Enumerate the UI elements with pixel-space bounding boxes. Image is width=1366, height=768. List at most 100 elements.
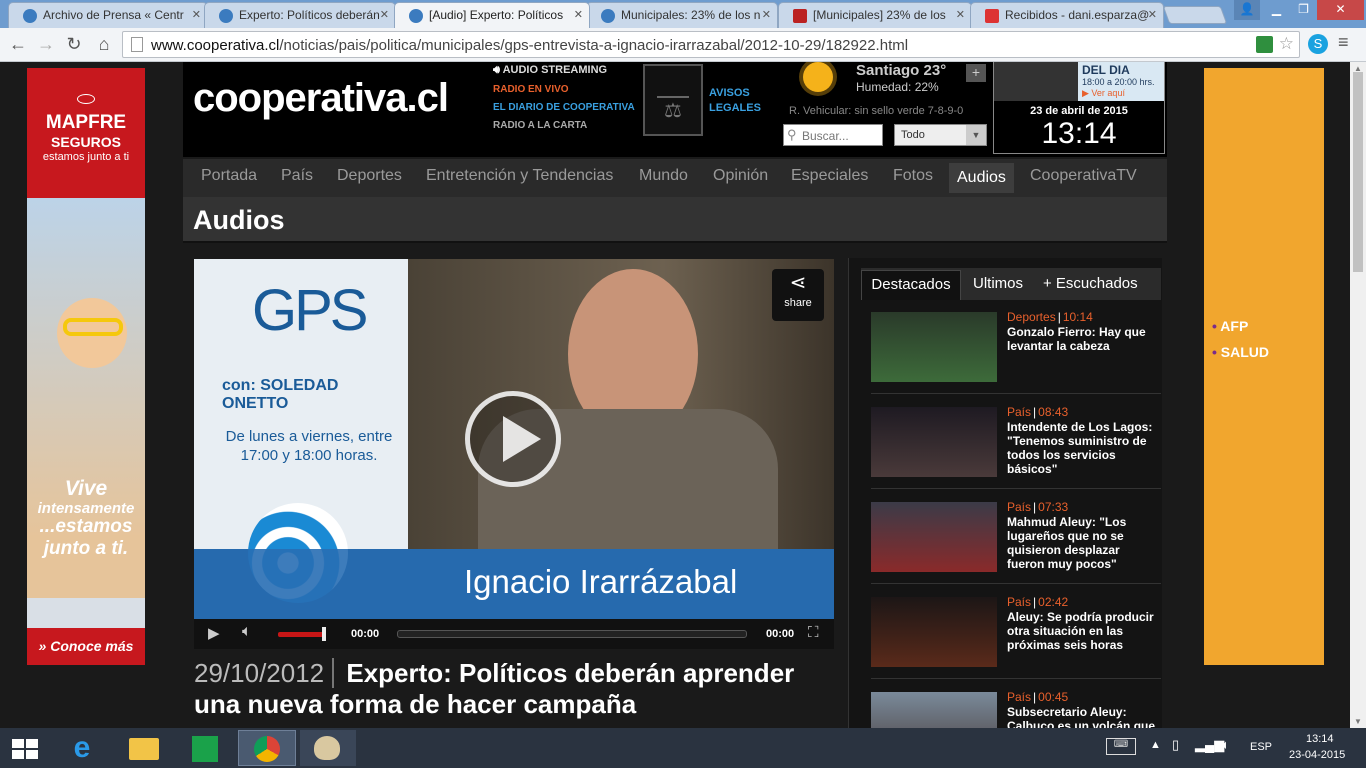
current-date: 23 de abril de 2015 (1030, 105, 1128, 117)
nav-item-entretencion[interactable]: Entretención y Tendencias (426, 167, 613, 185)
site-logo[interactable]: cooperativa.cl (193, 76, 449, 121)
search-scope-select[interactable]: Todo ▼ (894, 124, 987, 146)
diario-link[interactable]: EL DIARIO DE COOPERATIVA (493, 102, 635, 120)
browser-tab[interactable]: [Municipales] 23% de los ✕ (778, 2, 972, 28)
nav-item-audios[interactable]: Audios (949, 163, 1014, 193)
address-bar[interactable]: www.cooperativa.cl/noticias/pais/politic… (122, 31, 1300, 58)
scroll-down-icon[interactable]: ▼ (1354, 717, 1362, 726)
nav-item-deportes[interactable]: Deportes (337, 167, 402, 185)
show-hidden-icons-icon[interactable]: ▲ (1150, 739, 1161, 751)
mapfre-ad[interactable]: MAPFRE SEGUROS estamos junto a ti Vive i… (27, 68, 145, 665)
audio-player[interactable]: GPS con: SOLEDAD ONETTO De lunes a viern… (194, 259, 834, 619)
tab-escuchados[interactable]: + Escuchados (1043, 270, 1138, 298)
search-input[interactable]: ⚲ Buscar... (783, 124, 883, 146)
nav-item-pais[interactable]: País (281, 167, 313, 185)
story-title: Aleuy: Se podría producir otra situación… (1007, 610, 1154, 652)
close-tab-icon[interactable]: ✕ (956, 8, 965, 21)
browser-tab-active[interactable]: [Audio] Experto: Políticos ✕ (394, 2, 590, 28)
extension-icon[interactable] (1256, 36, 1273, 53)
tab-destacados[interactable]: Destacados (861, 270, 961, 300)
forward-icon[interactable]: → (34, 33, 58, 57)
tab-ultimos[interactable]: Ultimos (973, 270, 1023, 298)
close-tab-icon[interactable]: ✕ (380, 8, 389, 21)
user-icon[interactable]: 👤 (1234, 0, 1260, 20)
input-language[interactable]: ESP (1250, 741, 1272, 753)
volume-slider[interactable] (278, 632, 324, 637)
windows-start-icon[interactable] (0, 730, 52, 766)
nav-item-mundo[interactable]: Mundo (639, 167, 688, 185)
nav-item-especiales[interactable]: Especiales (791, 167, 868, 185)
new-tab-button[interactable] (1162, 6, 1228, 24)
promo-link[interactable]: ▶ Ver aquí (1082, 88, 1125, 99)
nav-item-opinion[interactable]: Opinión (713, 167, 768, 185)
expand-weather-button[interactable]: + (966, 64, 986, 82)
ad-cta-button[interactable]: » Conoce más (27, 628, 145, 665)
nav-item-cooperativatv[interactable]: CooperativaTV (1030, 167, 1137, 185)
volume-icon[interactable]: 🔈︎ (1222, 737, 1230, 753)
ad-photo-lower: junto a ti. (27, 538, 145, 598)
story-item[interactable]: País | 07:33 Mahmud Aleuy: "Los lugareños … (871, 496, 1161, 584)
meta-separator: | (1033, 595, 1037, 609)
ad-tagline: estamos junto a ti (42, 151, 130, 163)
scrollbar-thumb[interactable] (1353, 72, 1363, 272)
home-icon[interactable]: ⌂ (92, 33, 116, 57)
play-icon[interactable]: ▶ (208, 624, 220, 642)
taskbar-time[interactable]: 13:14 (1306, 733, 1334, 745)
paint-icon[interactable] (300, 730, 356, 766)
network-icon[interactable]: ▂▄▆ (1195, 737, 1224, 753)
meta-separator: | (1033, 500, 1037, 514)
radio-carta-link[interactable]: RADIO A LA CARTA (493, 120, 635, 138)
volume-icon[interactable]: 🔈︎ (242, 623, 252, 641)
ad-right-item[interactable]: • SALUD (1212, 344, 1269, 360)
back-icon[interactable]: ← (6, 33, 30, 57)
chrome-taskbar-icon[interactable] (238, 730, 296, 766)
radio-en-vivo-link[interactable]: RADIO EN VIVO (493, 84, 635, 102)
keyboard-icon[interactable]: ⌨ (1106, 738, 1136, 755)
story-item[interactable]: País | 02:42 Aleuy: Se podría producir otr… (871, 591, 1161, 679)
promo-banner[interactable]: DEL DIA 18:00 a 20:00 hrs. ▶ Ver aquí (994, 62, 1164, 101)
page-scrollbar[interactable]: ▲ ▼ (1350, 62, 1366, 728)
close-tab-icon[interactable]: ✕ (574, 8, 583, 21)
story-item[interactable]: País | 00:45 Subsecretario Aleuy: Calbuco … (871, 686, 1161, 728)
nav-item-fotos[interactable]: Fotos (893, 167, 933, 185)
close-tab-icon[interactable]: ✕ (762, 8, 771, 21)
nav-item-portada[interactable]: Portada (201, 167, 257, 185)
star-icon[interactable]: ☆ (1279, 34, 1294, 54)
taskbar-date[interactable]: 23-04-2015 (1289, 749, 1345, 761)
file-explorer-icon[interactable] (117, 730, 169, 766)
volume-handle[interactable] (322, 627, 326, 641)
close-tab-icon[interactable]: ✕ (1148, 8, 1157, 21)
menu-icon[interactable]: ≡ (1338, 32, 1349, 53)
side-ad-right[interactable]: • AFP • SALUD (1204, 68, 1324, 665)
browser-tab[interactable]: Experto: Políticos deberán ✕ (204, 2, 396, 28)
link-label: AUDIO STREAMING (502, 64, 608, 76)
ad-slogan-line: junto a ti. (43, 538, 129, 559)
story-category: País (1007, 500, 1032, 514)
store-icon[interactable] (178, 730, 230, 766)
story-item[interactable]: Deportes | 10:14 Gonzalo Fierro: Hay que l… (871, 306, 1161, 394)
browser-tab[interactable]: Municipales: 23% de los n ✕ (586, 2, 778, 28)
minimize-icon[interactable]: ▁ (1263, 0, 1290, 20)
play-button[interactable] (465, 391, 561, 487)
browser-tab[interactable]: Archivo de Prensa « Centr ✕ (8, 2, 208, 28)
folder-shape (129, 738, 159, 760)
site-favicon-icon (409, 9, 423, 23)
internet-explorer-icon[interactable]: e (56, 730, 108, 766)
fullscreen-icon[interactable]: ⛶ (808, 624, 819, 641)
skype-icon[interactable]: S (1308, 34, 1328, 54)
reload-icon[interactable]: ↻ (62, 33, 86, 57)
maximize-icon[interactable]: ❐ (1290, 0, 1317, 20)
story-thumbnail (871, 502, 997, 572)
browser-tab[interactable]: Recibidos - dani.esparza@ ✕ (970, 2, 1164, 28)
progress-bar[interactable] (397, 630, 747, 638)
close-window-icon[interactable]: ✕ (1317, 0, 1364, 20)
avisos-legales-link[interactable]: AVISOS LEGALES (709, 86, 769, 116)
share-button[interactable]: ⋖ share (772, 269, 824, 321)
close-tab-icon[interactable]: ✕ (192, 8, 201, 21)
story-item[interactable]: País | 08:43 Intendente de Los Lagos: "Ten… (871, 401, 1161, 489)
audio-streaming-link[interactable]: 🔊︎ AUDIO STREAMING (493, 64, 635, 84)
battery-icon[interactable]: ▯ (1172, 737, 1179, 753)
promo-time: 18:00 a 20:00 hrs. (1082, 77, 1155, 87)
ad-right-item[interactable]: • AFP (1212, 318, 1248, 334)
story-thumbnail (871, 597, 997, 667)
